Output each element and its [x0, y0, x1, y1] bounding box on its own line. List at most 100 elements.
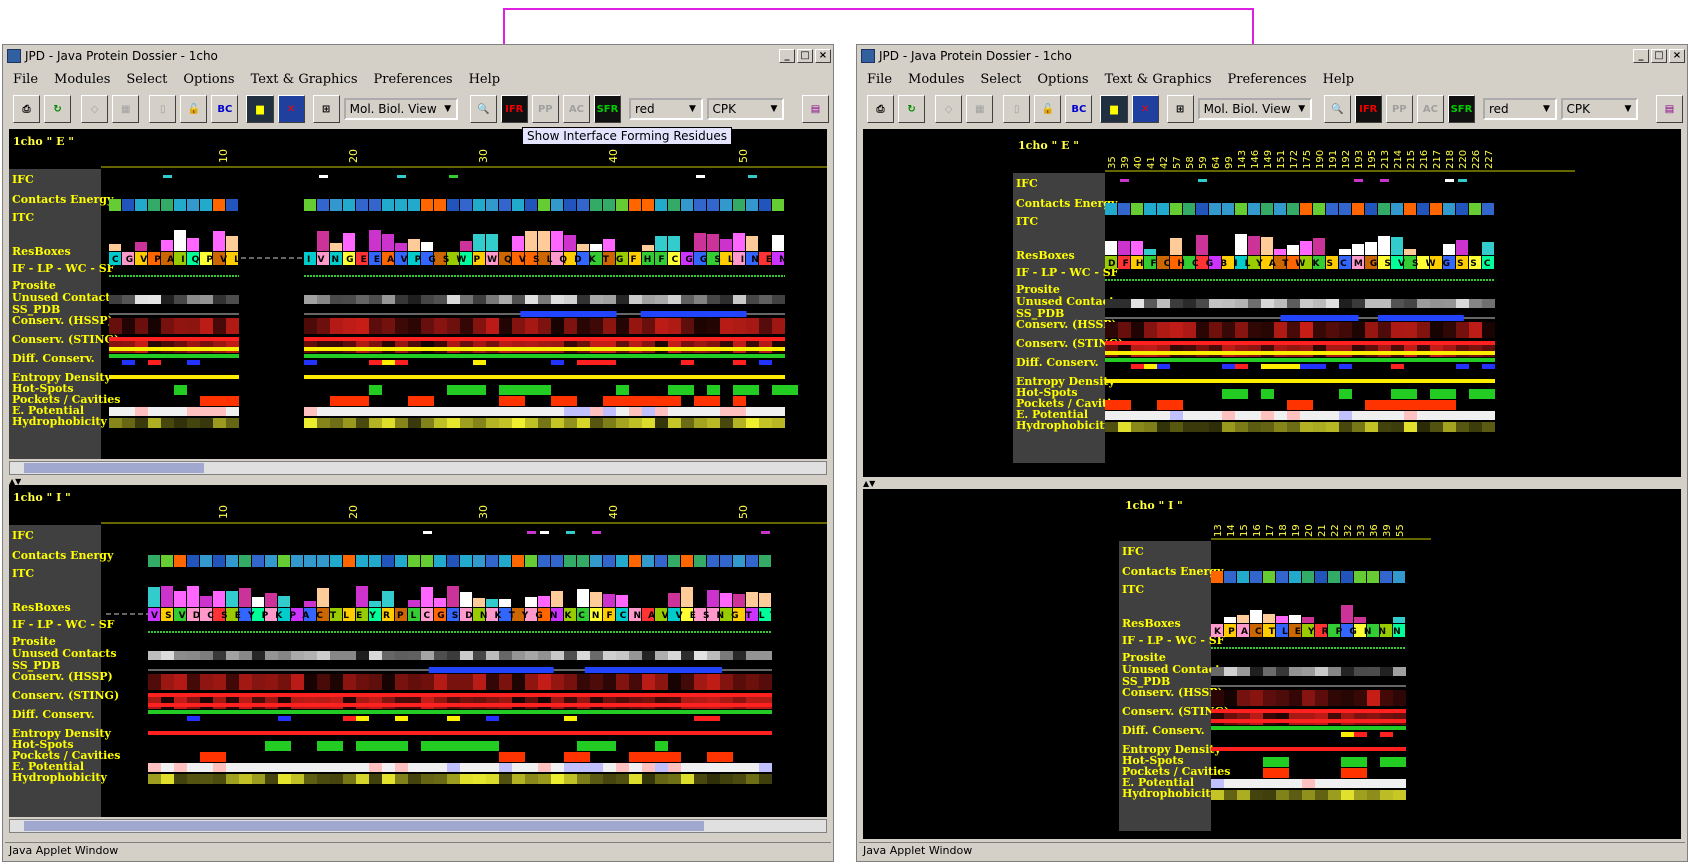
contacts-energy-cell [525, 199, 537, 211]
close-button[interactable]: × [815, 49, 831, 63]
close-button[interactable]: × [1669, 49, 1685, 63]
hydrophobicity-cell [1287, 422, 1300, 432]
eraser-icon[interactable]: ◇ [81, 95, 109, 123]
matrix-icon[interactable]: ✕ [1131, 95, 1159, 123]
bar-chart-icon[interactable]: ▆ [246, 95, 274, 123]
menu-text-graphics[interactable]: Text & Graphics [1105, 72, 1212, 87]
conservation-cell [317, 318, 330, 334]
magnifier-icon[interactable]: 🔍 [469, 95, 497, 123]
sfr-button[interactable]: SFR [593, 95, 621, 123]
contacts-energy-cell [733, 555, 745, 567]
track-area[interactable]: 10 20 30 40 50 CGVPAIQPVL IVNGEEAVPGSWPWQVSLQD… [101, 129, 827, 459]
eraser-icon[interactable]: ◇ [935, 95, 963, 123]
contacts-energy-cell [148, 199, 160, 211]
menu-text-graphics[interactable]: Text & Graphics [251, 72, 358, 87]
track-area[interactable]: 35 39 40 41 42 57 58 59 64 99 143 146 149 151 172 175 19… [1105, 129, 1575, 477]
menu-file[interactable]: File [867, 72, 892, 87]
grid-icon[interactable]: ▦ [112, 95, 140, 123]
lock-icon[interactable]: 🔓 [1034, 95, 1062, 123]
hydrophobicity-cell [1365, 422, 1378, 432]
e-potential-cell [538, 763, 551, 772]
refresh-icon[interactable]: ↻ [44, 95, 72, 123]
menu-modules[interactable]: Modules [54, 72, 110, 87]
maximize-button[interactable]: □ [797, 49, 813, 63]
unused-contact-cell [135, 295, 148, 304]
pp-button[interactable]: PP [531, 95, 559, 123]
track-area[interactable]: 10 20 30 40 50 VSVDCSEYPKPACTLEYRPLCGSDNKTYGN… [101, 485, 827, 817]
magnifier-icon[interactable]: 🔍 [1323, 95, 1351, 123]
unused-contact-cell [161, 651, 174, 660]
unused-contact-cell [616, 295, 629, 304]
e-potential-cell [1157, 411, 1170, 420]
lock-icon[interactable]: 🔓 [180, 95, 208, 123]
bar-chart-icon[interactable]: ▆ [1100, 95, 1128, 123]
menu-help[interactable]: Help [1323, 72, 1355, 87]
refresh-icon[interactable]: ↻ [898, 95, 926, 123]
ifr-button[interactable]: IFR [500, 95, 528, 123]
unused-contact-cell [759, 295, 772, 304]
menu-options[interactable]: Options [1037, 72, 1088, 87]
sfr-button[interactable]: SFR [1447, 95, 1475, 123]
page-icon[interactable]: ▯ [149, 95, 177, 123]
view-combo[interactable]: Mol. Biol. View ▼ [343, 98, 458, 120]
book-icon[interactable]: ▤ [1655, 95, 1683, 123]
ifr-button[interactable]: IFR [1354, 95, 1382, 123]
unused-contact-cell [434, 651, 447, 660]
menu-file[interactable]: File [13, 72, 38, 87]
menu-preferences[interactable]: Preferences [374, 72, 453, 87]
minimize-button[interactable]: _ [1633, 49, 1649, 63]
color-combo[interactable]: red ▼ [628, 98, 703, 120]
e-potential-cell [213, 407, 226, 416]
ac-button[interactable]: AC [1416, 95, 1444, 123]
scroll-thumb[interactable] [24, 821, 704, 831]
page-icon[interactable]: ▯ [1003, 95, 1031, 123]
unused-contact-cell [252, 651, 265, 660]
pocket [707, 752, 733, 762]
diff-conservation-cell [1354, 732, 1367, 737]
contacts-energy-cell [317, 199, 329, 211]
maximize-button[interactable]: □ [1651, 49, 1667, 63]
itc-bar [226, 591, 238, 607]
e-potential-cell [226, 763, 239, 772]
pp-button[interactable]: PP [1385, 95, 1413, 123]
menu-select[interactable]: Select [980, 72, 1021, 87]
contacts-energy-cell [1352, 203, 1364, 215]
grid-icon[interactable]: ▦ [966, 95, 994, 123]
contacts-energy-cell [733, 199, 745, 211]
matrix-icon[interactable]: ✕ [277, 95, 305, 123]
itc-bar [213, 591, 225, 607]
unused-contact-cell [642, 295, 655, 304]
splitter-arrows[interactable]: ▲▼ [863, 479, 875, 488]
horizontal-scrollbar[interactable] [9, 819, 827, 833]
print-icon[interactable]: ⎙ [867, 95, 895, 123]
minimize-button[interactable]: _ [779, 49, 795, 63]
scheme-combo[interactable]: CPK ▼ [1560, 98, 1638, 120]
e-potential-cell [1209, 411, 1222, 420]
color-combo[interactable]: red ▼ [1482, 98, 1557, 120]
menu-options[interactable]: Options [183, 72, 234, 87]
menu-select[interactable]: Select [126, 72, 167, 87]
e-potential-cell [1144, 411, 1157, 420]
left-window: JPD - Java Protein Dossier - 1cho _ □ × … [2, 44, 834, 862]
bc-button[interactable]: BC [1065, 95, 1093, 123]
pocket [1404, 400, 1417, 410]
horizontal-scrollbar[interactable] [9, 461, 827, 475]
scheme-combo[interactable]: CPK ▼ [706, 98, 784, 120]
ac-button[interactable]: AC [562, 95, 590, 123]
unused-contact-cell [1263, 667, 1276, 676]
row-label: Hydrophobicity [1016, 419, 1111, 432]
print-icon[interactable]: ⎙ [13, 95, 41, 123]
view-combo[interactable]: Mol. Biol. View ▼ [1197, 98, 1312, 120]
book-icon[interactable]: ▤ [801, 95, 829, 123]
layout-icon[interactable]: ⊞ [312, 95, 340, 123]
contacts-energy-cell [1302, 571, 1314, 583]
menu-help[interactable]: Help [469, 72, 501, 87]
menu-modules[interactable]: Modules [908, 72, 964, 87]
scroll-thumb[interactable] [24, 463, 204, 473]
track-area[interactable]: 13 14 15 16 17 18 19 20 21 22 32 33 36 39 55 KPACTLEYRP… [1211, 489, 1431, 839]
row-label: Contacts Energy [12, 193, 114, 206]
e-potential-cell [720, 407, 733, 416]
layout-icon[interactable]: ⊞ [1166, 95, 1194, 123]
bc-button[interactable]: BC [211, 95, 239, 123]
menu-preferences[interactable]: Preferences [1228, 72, 1307, 87]
